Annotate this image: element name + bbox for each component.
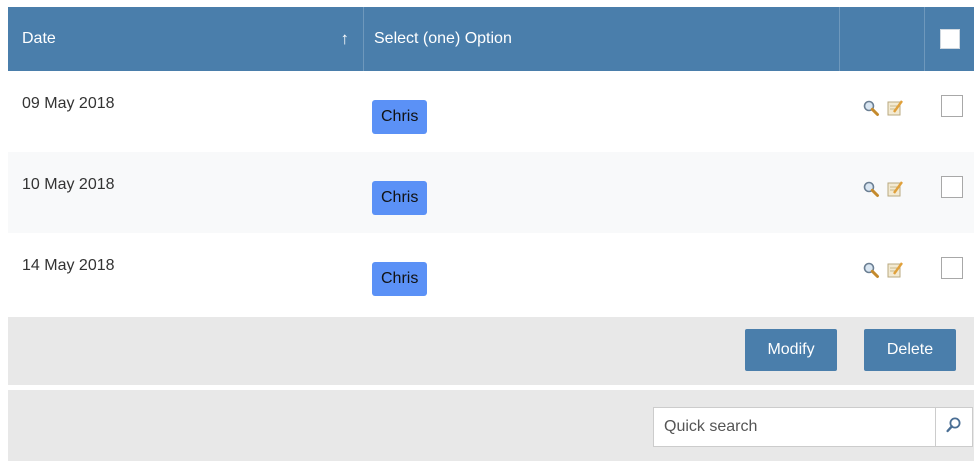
- option-chip[interactable]: Chris: [372, 181, 428, 215]
- table-row: 14 May 2018 Chris: [8, 233, 974, 314]
- select-all-column-header: [925, 7, 974, 71]
- edit-icon[interactable]: [886, 99, 904, 117]
- search-icon[interactable]: [862, 261, 880, 279]
- select-all-checkbox[interactable]: [939, 29, 960, 49]
- search-icon[interactable]: [862, 99, 880, 117]
- actions-bar: Modify Delete: [8, 317, 974, 385]
- row-date: 14 May 2018: [22, 257, 115, 274]
- delete-button[interactable]: Delete: [864, 329, 956, 371]
- row-checkbox[interactable]: [941, 95, 963, 117]
- edit-icon[interactable]: [886, 180, 904, 198]
- option-column-header: Select (one) Option: [364, 7, 840, 71]
- option-column-label: Select (one) Option: [374, 30, 512, 47]
- option-chip[interactable]: Chris: [372, 100, 428, 134]
- modify-button[interactable]: Modify: [745, 329, 837, 371]
- search-icon: [945, 416, 963, 439]
- row-checkbox[interactable]: [941, 176, 963, 198]
- sort-ascending-icon[interactable]: ↑: [341, 29, 350, 49]
- row-date: 10 May 2018: [22, 176, 115, 193]
- table-header: Date ↑ Select (one) Option: [8, 7, 974, 71]
- date-column-header[interactable]: Date ↑: [8, 7, 364, 71]
- actions-column-header: [840, 7, 925, 71]
- option-chip[interactable]: Chris: [372, 262, 428, 296]
- row-checkbox[interactable]: [941, 257, 963, 279]
- quick-search-box: [653, 407, 973, 447]
- quick-search-input[interactable]: [654, 408, 935, 446]
- search-icon[interactable]: [862, 180, 880, 198]
- table-row: 09 May 2018 Chris: [8, 71, 974, 152]
- row-date: 09 May 2018: [22, 95, 115, 112]
- search-button[interactable]: [935, 408, 972, 446]
- search-bar: [8, 390, 974, 461]
- date-column-label: Date: [22, 30, 56, 47]
- edit-icon[interactable]: [886, 261, 904, 279]
- table-row: 10 May 2018 Chris: [8, 152, 974, 233]
